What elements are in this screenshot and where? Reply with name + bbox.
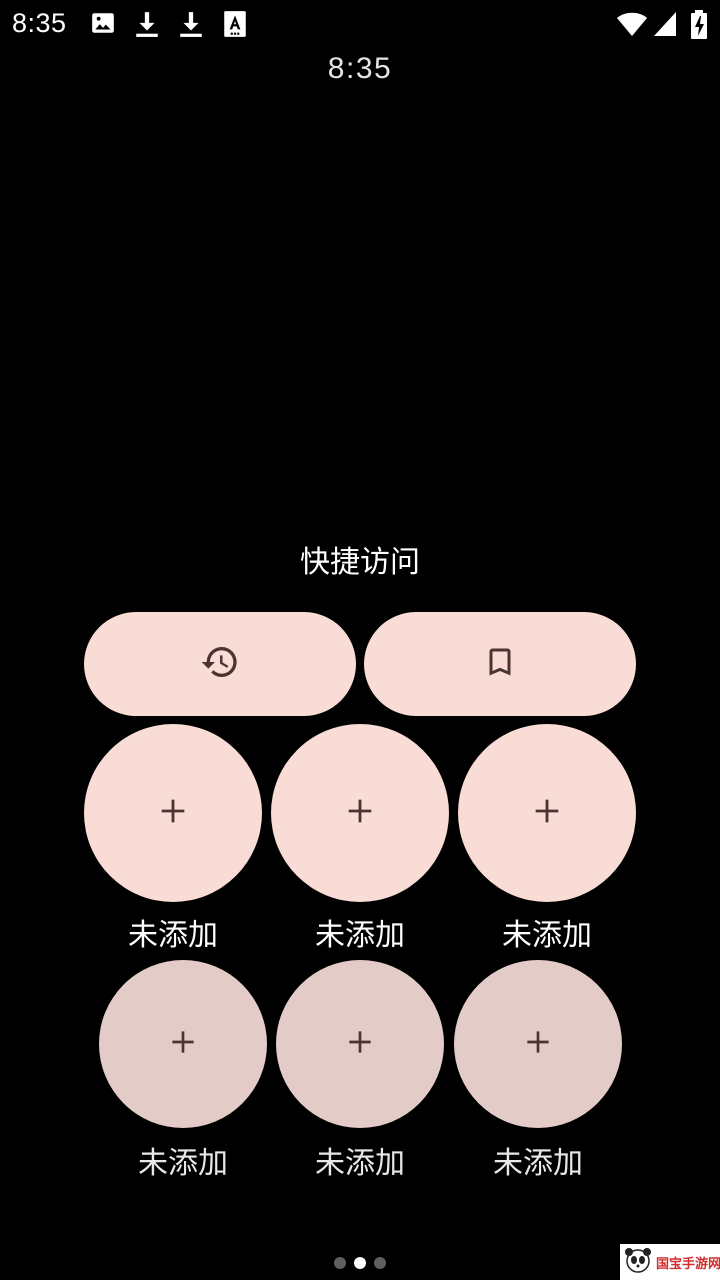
shortcut-label: 未添加 xyxy=(128,918,218,953)
page-dot[interactable] xyxy=(334,1257,346,1269)
status-bar: 8:35 xyxy=(0,0,720,48)
image-icon xyxy=(90,10,116,38)
status-time: 8:35 xyxy=(12,8,67,38)
plus-icon xyxy=(522,1026,554,1062)
quick-access-title: 快捷访问 xyxy=(300,545,420,580)
add-shortcut-button[interactable] xyxy=(99,960,267,1128)
watermark-text: 国宝手游网 xyxy=(656,1256,720,1272)
shortcut-slot[interactable]: 未添加 xyxy=(261,724,459,954)
plus-icon xyxy=(344,1026,376,1062)
history-icon xyxy=(200,642,240,686)
add-shortcut-button[interactable] xyxy=(276,960,444,1128)
bookmark-icon xyxy=(482,642,518,686)
battery-charging-icon xyxy=(690,10,708,44)
shortcut-label: 未添加 xyxy=(493,1146,583,1181)
plus-icon xyxy=(156,794,190,832)
shortcut-slot[interactable]: 未添加 xyxy=(448,724,646,954)
shortcut-slot[interactable]: 未添加 xyxy=(265,960,455,1182)
page-dot-active[interactable] xyxy=(354,1257,366,1269)
add-shortcut-button[interactable] xyxy=(84,724,262,902)
plus-icon xyxy=(530,794,564,832)
shortcut-slot[interactable]: 未添加 xyxy=(443,960,633,1182)
screen: 8:35 8:35 快捷访问 未添加 未添加 未添加 未添加 未添加 未添加 国… xyxy=(0,0,720,1280)
add-shortcut-button[interactable] xyxy=(458,724,636,902)
page-indicator xyxy=(0,1257,720,1269)
shortcut-slot[interactable]: 未添加 xyxy=(88,960,278,1182)
download-icon xyxy=(134,10,160,38)
plus-icon xyxy=(343,794,377,832)
shortcut-label: 未添加 xyxy=(138,1146,228,1181)
history-button[interactable] xyxy=(84,612,356,716)
add-shortcut-button[interactable] xyxy=(454,960,622,1128)
bookmark-button[interactable] xyxy=(364,612,636,716)
shortcut-label: 未添加 xyxy=(502,918,592,953)
add-shortcut-button[interactable] xyxy=(271,724,449,902)
download-icon xyxy=(178,10,204,38)
wifi-icon xyxy=(616,10,648,42)
page-dot[interactable] xyxy=(374,1257,386,1269)
text-recognition-icon xyxy=(222,10,248,38)
shortcut-label: 未添加 xyxy=(315,1146,405,1181)
watermark: 国宝手游网 xyxy=(620,1244,720,1280)
panda-logo-icon xyxy=(624,1246,652,1278)
shortcut-label: 未添加 xyxy=(315,918,405,953)
clock: 8:35 xyxy=(327,52,393,85)
shortcut-slot[interactable]: 未添加 xyxy=(74,724,272,954)
cell-signal-icon xyxy=(652,10,678,42)
plus-icon xyxy=(167,1026,199,1062)
